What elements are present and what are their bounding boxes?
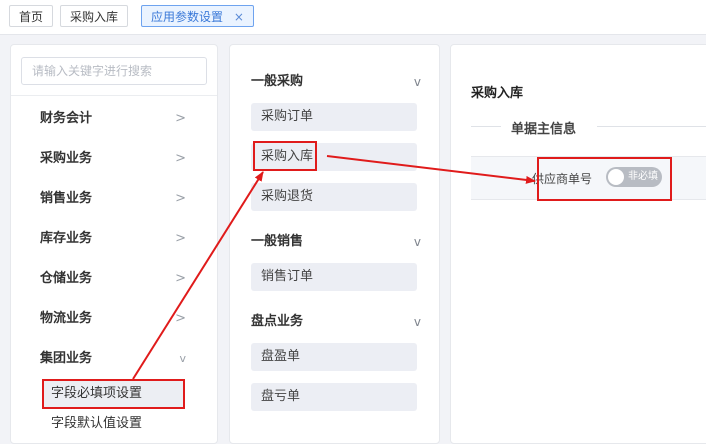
sidebar-item-sales[interactable]: 销售业务 > [40,189,200,209]
group-stocktake[interactable]: 盘点业务 v [251,312,421,332]
sidebar-item-purchasing[interactable]: 采购业务 > [40,149,200,169]
chevron-down-icon: v [413,315,421,329]
chevron-right-icon: > [175,191,186,206]
sidebar-item-warehousing[interactable]: 仓储业务 > [40,269,200,289]
tab-label: 首页 [19,10,44,24]
section-divider [471,126,501,127]
chevron-right-icon: > [175,311,186,326]
annotation-box-purchase-inbound [253,141,317,171]
list-item-label: 采购退货 [261,189,314,204]
tab-label: 采购入库 [70,10,119,24]
field-settings-panel [450,44,706,444]
chevron-down-icon: v [179,352,186,365]
annotation-box-toggle [537,157,672,201]
list-item-purchase-return[interactable]: 采购退货 [251,183,417,211]
list-item-sales-order[interactable]: 销售订单 [251,263,417,291]
section-title: 单据主信息 [511,122,577,137]
tab-purchase-inbound[interactable]: 采购入库 [60,5,129,27]
section-divider [597,126,706,127]
sidebar-item-label: 仓储业务 [40,271,93,286]
group-general-purchase[interactable]: 一般采购 v [251,72,421,92]
sidebar-item-label: 库存业务 [40,231,93,246]
chevron-right-icon: > [175,151,186,166]
tab-app-settings[interactable]: 应用参数设置 × [141,5,254,27]
sidebar-item-group[interactable]: 集团业务 v [40,349,200,369]
sidebar-item-label: 集团业务 [40,351,93,366]
tab-bar: 首页 采购入库 应用参数设置 × [0,0,706,35]
chevron-down-icon: v [413,75,421,89]
close-icon[interactable]: × [234,10,244,24]
chevron-right-icon: > [175,231,186,246]
group-label: 一般销售 [251,234,304,249]
tab-label: 应用参数设置 [151,10,224,24]
chevron-right-icon: > [175,111,186,126]
chevron-down-icon: v [413,235,421,249]
tab-home[interactable]: 首页 [9,5,54,27]
divider [11,95,217,96]
sidebar-item-label: 物流业务 [40,311,93,326]
sidebar-item-inventory[interactable]: 库存业务 > [40,229,200,249]
list-item-label: 盘亏单 [261,389,301,404]
sidebar-subitem-label: 字段默认值设置 [51,416,143,431]
group-label: 一般采购 [251,74,304,89]
list-item-stock-loss[interactable]: 盘亏单 [251,383,417,411]
sidebar-item-label: 销售业务 [40,191,93,206]
search-input[interactable] [21,57,207,85]
list-item-purchase-order[interactable]: 采购订单 [251,103,417,131]
sidebar-item-logistics[interactable]: 物流业务 > [40,309,200,329]
list-item-label: 销售订单 [261,269,314,284]
detail-title: 采购入库 [471,86,524,101]
sidebar-item-finance[interactable]: 财务会计 > [40,109,200,129]
list-item-label: 盘盈单 [261,349,301,364]
list-item-label: 采购订单 [261,109,314,124]
sidebar-subitem-default-values[interactable]: 字段默认值设置 [42,410,184,438]
list-item-stock-surplus[interactable]: 盘盈单 [251,343,417,371]
sidebar-item-label: 采购业务 [40,151,93,166]
sidebar-item-label: 财务会计 [40,111,93,126]
annotation-box-required-fields [42,379,185,409]
chevron-right-icon: > [175,271,186,286]
group-general-sales[interactable]: 一般销售 v [251,232,421,252]
group-label: 盘点业务 [251,314,304,329]
